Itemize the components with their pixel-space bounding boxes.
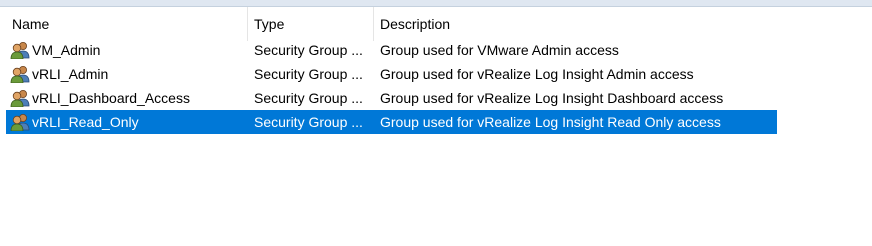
table-row-selected[interactable]: vRLI_Read_Only Security Group ... Group …: [6, 110, 777, 134]
security-group-icon: [10, 42, 30, 59]
group-list-view: Name Type Description VM_Admin Security …: [0, 0, 872, 246]
name-cell: vRLI_Admin: [6, 62, 248, 86]
name-cell: vRLI_Read_Only: [6, 110, 248, 134]
description-cell: Group used for VMware Admin access: [380, 42, 619, 58]
group-name: vRLI_Read_Only: [32, 114, 139, 130]
security-group-icon: [10, 66, 30, 83]
table-row[interactable]: vRLI_Admin Security Group ... Group used…: [6, 62, 777, 86]
group-name: VM_Admin: [32, 42, 101, 58]
column-header-type[interactable]: Type: [248, 7, 374, 41]
description-cell: Group used for vRealize Log Insight Read…: [380, 114, 721, 130]
description-cell: Group used for vRealize Log Insight Admi…: [380, 66, 694, 82]
type-cell: Security Group ...: [254, 90, 363, 106]
window-top-border: [0, 0, 872, 7]
type-cell: Security Group ...: [254, 66, 363, 82]
group-name: vRLI_Dashboard_Access: [32, 90, 190, 106]
name-cell: VM_Admin: [6, 38, 248, 62]
type-cell: Security Group ...: [254, 42, 363, 58]
group-name: vRLI_Admin: [32, 66, 109, 82]
name-cell: vRLI_Dashboard_Access: [6, 86, 248, 110]
security-group-icon: [10, 90, 30, 107]
column-header-bar: Name Type Description: [0, 7, 872, 41]
description-cell: Group used for vRealize Log Insight Dash…: [380, 90, 724, 106]
security-group-icon: [10, 114, 30, 131]
table-row[interactable]: vRLI_Dashboard_Access Security Group ...…: [6, 86, 777, 110]
type-cell: Security Group ...: [254, 114, 363, 130]
column-header-name[interactable]: Name: [6, 7, 248, 41]
table-row[interactable]: VM_Admin Security Group ... Group used f…: [6, 38, 777, 62]
column-header-description[interactable]: Description: [374, 7, 774, 41]
